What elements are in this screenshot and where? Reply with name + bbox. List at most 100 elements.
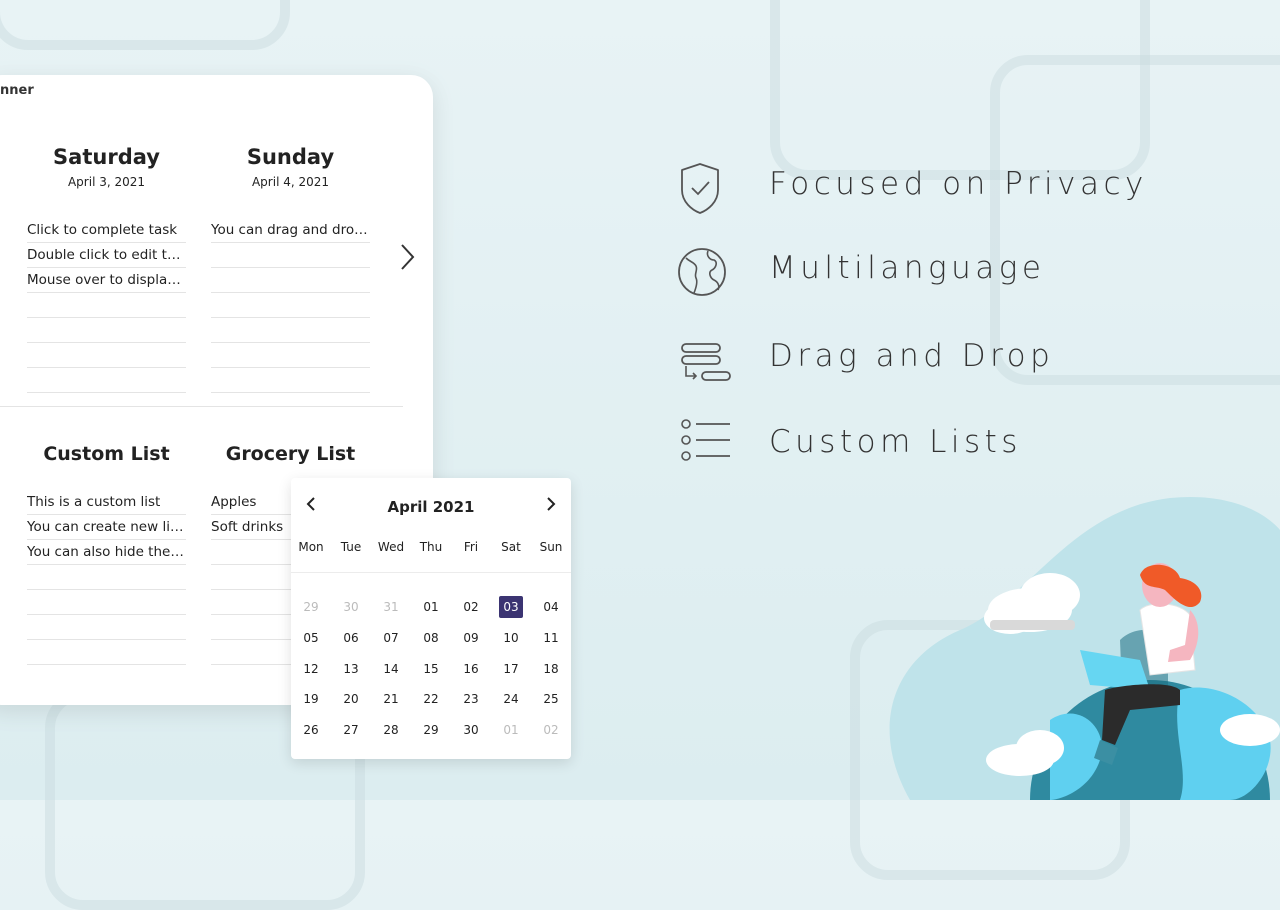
feature-label: Drag and Drop bbox=[769, 338, 1055, 374]
task-row[interactable]: Double click to edit task bbox=[27, 243, 186, 268]
list-name[interactable]: Grocery List bbox=[211, 443, 370, 465]
calendar-day[interactable]: 06 bbox=[331, 623, 371, 654]
list-name[interactable]: Custom List bbox=[27, 443, 186, 465]
calendar-day[interactable]: 24 bbox=[491, 684, 531, 715]
calendar-day[interactable]: 13 bbox=[331, 653, 371, 684]
feature-multilanguage: Multilanguage bbox=[676, 246, 1236, 306]
calendar-day[interactable]: 20 bbox=[331, 684, 371, 715]
calendar-day[interactable]: 22 bbox=[411, 684, 451, 715]
calendar-day[interactable]: 30 bbox=[451, 715, 491, 746]
person-on-globe-illustration bbox=[889, 496, 1280, 800]
calendar-day[interactable]: 17 bbox=[491, 653, 531, 684]
calendar-day[interactable]: 07 bbox=[371, 623, 411, 654]
list-item[interactable]: You can also hide the… bbox=[27, 540, 186, 565]
shield-check-icon bbox=[681, 163, 719, 214]
calendar-day[interactable]: 10 bbox=[491, 623, 531, 654]
drag-drop-icon bbox=[681, 343, 731, 381]
calendar-day[interactable]: 09 bbox=[451, 623, 491, 654]
calendar-day[interactable]: 30 bbox=[331, 592, 371, 623]
weekday-label: Sat bbox=[501, 540, 521, 554]
task-row[interactable] bbox=[211, 368, 370, 393]
day-name: Sunday bbox=[246, 145, 335, 169]
calendar-day[interactable]: 29 bbox=[411, 715, 451, 746]
globe-icon bbox=[678, 248, 726, 296]
calendar-day[interactable]: 28 bbox=[371, 715, 411, 746]
feature-privacy: Focused on Privacy bbox=[676, 160, 1236, 220]
weekday-label: Fri bbox=[463, 540, 479, 554]
task-row[interactable]: You can drag and dro… bbox=[211, 218, 370, 243]
next-month-chevron-right-icon[interactable] bbox=[543, 496, 559, 512]
day-date: April 4, 2021 bbox=[251, 175, 330, 189]
list-item[interactable] bbox=[27, 590, 186, 615]
weekday-label: Wed bbox=[377, 540, 405, 554]
bg-decor-square bbox=[990, 55, 1280, 385]
bg-decor-square bbox=[0, 0, 290, 50]
task-row[interactable] bbox=[211, 268, 370, 293]
weekday-header: Mon Tue Wed Thu Fri Sat Sun bbox=[291, 540, 571, 554]
calendar-day[interactable]: 21 bbox=[371, 684, 411, 715]
day-name: Saturday bbox=[53, 145, 160, 169]
calendar-day[interactable]: 15 bbox=[411, 653, 451, 684]
calendar-day[interactable]: 19 bbox=[291, 684, 331, 715]
task-row[interactable] bbox=[211, 243, 370, 268]
next-week-chevron-right-icon[interactable] bbox=[397, 242, 417, 272]
calendar-day[interactable]: 05 bbox=[291, 623, 331, 654]
date-picker: April 2021 Mon Tue Wed Thu Fri Sat Sun 2… bbox=[291, 478, 571, 759]
task-row[interactable]: Mouse over to display… bbox=[27, 268, 186, 293]
task-row[interactable] bbox=[211, 293, 370, 318]
weekday-label: Thu bbox=[419, 540, 443, 554]
list-item[interactable] bbox=[27, 565, 186, 590]
day-date: April 3, 2021 bbox=[67, 175, 146, 189]
calendar-week: 29 30 31 01 02 03 04 bbox=[291, 592, 571, 623]
calendar-week: 12 13 14 15 16 17 18 bbox=[291, 653, 571, 684]
calendar-week: 26 27 28 29 30 01 02 bbox=[291, 715, 571, 746]
calendar-day[interactable]: 27 bbox=[331, 715, 371, 746]
calendar-day[interactable]: 31 bbox=[371, 592, 411, 623]
calendar-day[interactable]: 12 bbox=[291, 653, 331, 684]
task-row[interactable] bbox=[27, 293, 186, 318]
calendar-day[interactable]: 11 bbox=[531, 623, 571, 654]
weekday-label: Sun bbox=[539, 540, 563, 554]
task-row[interactable] bbox=[27, 368, 186, 393]
calendar-day[interactable]: 01 bbox=[411, 592, 451, 623]
task-row[interactable] bbox=[211, 318, 370, 343]
task-row[interactable]: Click to complete task bbox=[27, 218, 186, 243]
feature-label: Multilanguage bbox=[769, 250, 1046, 286]
task-row[interactable] bbox=[27, 343, 186, 368]
list-item[interactable] bbox=[27, 615, 186, 640]
feature-label: Custom Lists bbox=[769, 424, 1022, 460]
task-list: You can drag and dro… bbox=[211, 218, 370, 393]
calendar-day[interactable]: 01 bbox=[491, 715, 531, 746]
calendar-day[interactable]: 29 bbox=[291, 592, 331, 623]
weekday-label: Tue bbox=[340, 540, 362, 554]
calendar-day[interactable]: 18 bbox=[531, 653, 571, 684]
calendar-week: 19 20 21 22 23 24 25 bbox=[291, 684, 571, 715]
calendar-day[interactable]: 23 bbox=[451, 684, 491, 715]
feature-label: Focused on Privacy bbox=[769, 166, 1148, 202]
calendar-day[interactable]: 25 bbox=[531, 684, 571, 715]
calendar-day-selected[interactable]: 03 bbox=[491, 592, 531, 623]
calendar-day[interactable]: 14 bbox=[371, 653, 411, 684]
task-row[interactable] bbox=[27, 318, 186, 343]
app-title: nner bbox=[0, 83, 34, 98]
weekday-label: Mon bbox=[298, 540, 324, 554]
calendar-week: 05 06 07 08 09 10 11 bbox=[291, 623, 571, 654]
list-item[interactable] bbox=[27, 640, 186, 665]
task-row[interactable] bbox=[211, 343, 370, 368]
prev-month-chevron-left-icon[interactable] bbox=[303, 496, 319, 512]
calendar-day[interactable]: 16 bbox=[451, 653, 491, 684]
calendar-day[interactable]: 04 bbox=[531, 592, 571, 623]
calendar-day[interactable]: 26 bbox=[291, 715, 331, 746]
section-divider bbox=[0, 406, 403, 407]
calendar-day[interactable]: 02 bbox=[531, 715, 571, 746]
list-item[interactable]: You can create new lis… bbox=[27, 515, 186, 540]
feature-drag-drop: Drag and Drop bbox=[676, 338, 1236, 400]
list-icon bbox=[681, 419, 730, 461]
calendar-day[interactable]: 08 bbox=[411, 623, 451, 654]
list-item[interactable]: This is a custom list bbox=[27, 490, 186, 515]
list-items: This is a custom list You can create new… bbox=[27, 490, 186, 665]
calendar-day[interactable]: 02 bbox=[451, 592, 491, 623]
calendar-divider bbox=[291, 572, 571, 573]
month-title: April 2021 bbox=[387, 498, 475, 516]
feature-custom-lists: Custom Lists bbox=[676, 418, 1236, 478]
